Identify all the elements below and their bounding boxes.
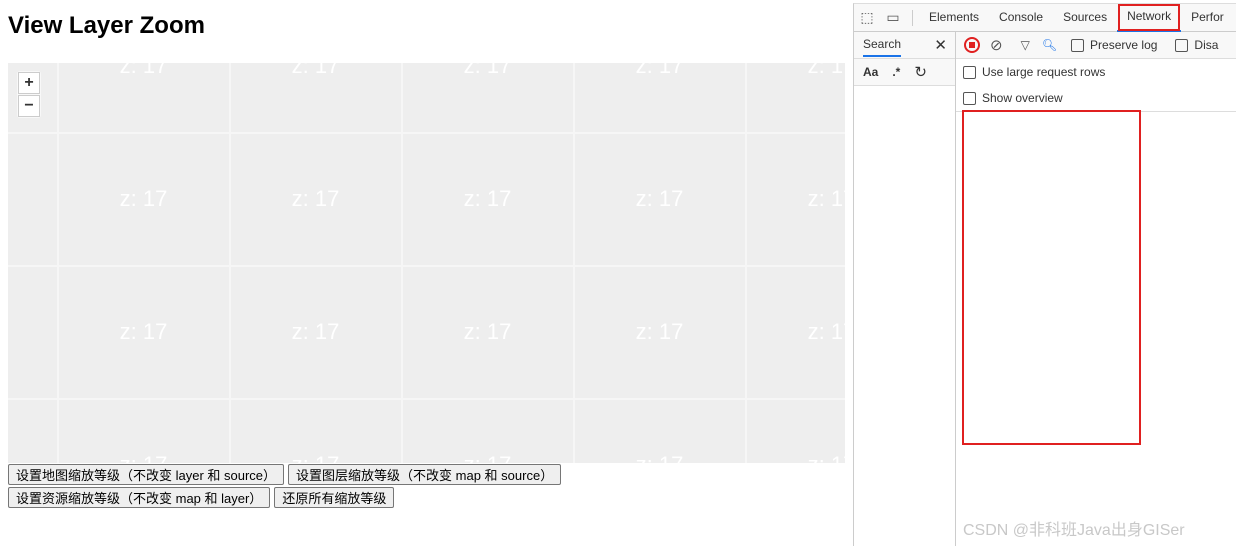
disable-cache-checkbox[interactable] — [1175, 38, 1189, 52]
tab-performance[interactable]: Perfor — [1181, 4, 1234, 31]
tab-elements[interactable]: Elements — [919, 4, 989, 31]
large-rows-checkbox[interactable] — [963, 65, 976, 79]
zoom-in-button[interactable]: + — [18, 72, 40, 94]
map-tile: z: 17 — [574, 266, 747, 400]
map-tile: z: 17 — [746, 266, 845, 400]
zoom-controls: + − — [17, 71, 41, 118]
refresh-icon[interactable]: ↻ — [914, 63, 927, 81]
highlight-box — [962, 110, 1141, 445]
map-tile: z: 17 — [58, 399, 231, 463]
large-rows-label: Use large request rows — [982, 65, 1106, 79]
reset-zoom-button[interactable]: 还原所有缩放等级 — [274, 487, 395, 508]
preserve-log-label: Preserve log — [1090, 38, 1158, 52]
map-tile: z: 17 — [230, 63, 403, 134]
map-tile: z: 17 — [746, 133, 845, 267]
search-pane: Search ✕ Aa .* ↻ — [854, 32, 956, 546]
set-map-zoom-button[interactable]: 设置地图缩放等级（不改变 layer 和 source） — [8, 464, 285, 485]
search-icon[interactable]: 🔍︎ — [1042, 38, 1057, 52]
map-tile: z: 17 — [574, 63, 747, 134]
page-title: View Layer Zoom — [8, 12, 205, 39]
record-icon[interactable] — [964, 37, 980, 53]
disable-cache-label: Disa — [1194, 38, 1219, 52]
map-tile: z: 17 — [8, 266, 59, 400]
map-tile: z: 17 — [574, 133, 747, 267]
zoom-out-button[interactable]: − — [18, 95, 40, 117]
preserve-log-checkbox[interactable] — [1071, 38, 1085, 52]
regex-toggle[interactable]: .* — [892, 65, 900, 79]
divider — [912, 9, 913, 26]
close-icon[interactable]: ✕ — [934, 36, 947, 54]
map-tile: z: 17 — [58, 266, 231, 400]
devtools-tabbar: ⬚ ▭ Elements Console Sources Network Per… — [854, 4, 1236, 32]
show-overview-checkbox[interactable] — [963, 91, 976, 105]
map[interactable]: z: 17z: 17z: 17z: 17z: 17z: 17z: 17z: 17… — [8, 63, 845, 463]
tab-console[interactable]: Console — [989, 4, 1053, 31]
map-tile: z: 17 — [8, 399, 59, 463]
show-overview-label: Show overview — [982, 91, 1063, 105]
map-tile: z: 17 — [402, 63, 575, 134]
map-tile: z: 17 — [230, 133, 403, 267]
map-tile: z: 17 — [402, 399, 575, 463]
inspect-element-icon[interactable]: ⬚ — [854, 9, 880, 26]
clear-icon[interactable]: ⊘ — [990, 36, 1003, 54]
map-tile: z: 17 — [58, 133, 231, 267]
search-tab[interactable]: Search — [863, 33, 902, 57]
filter-icon[interactable]: ▽ — [1021, 38, 1030, 52]
match-case-toggle[interactable]: Aa — [863, 65, 878, 79]
map-tile: z: 17 — [58, 63, 231, 134]
map-tile: z: 17 — [230, 266, 403, 400]
set-layer-zoom-button[interactable]: 设置图层缩放等级（不改变 map 和 source） — [288, 464, 562, 485]
watermark: CSDN @非科班Java出身GISer — [963, 522, 1185, 539]
map-tile: z: 17 — [230, 399, 403, 463]
map-tile: z: 17 — [402, 266, 575, 400]
map-tile: z: 17 — [8, 133, 59, 267]
set-source-zoom-button[interactable]: 设置资源缩放等级（不改变 map 和 layer） — [8, 487, 271, 508]
tab-network[interactable]: Network — [1117, 3, 1182, 32]
tab-sources[interactable]: Sources — [1053, 4, 1117, 31]
map-tile: z: 17 — [402, 133, 575, 267]
map-tile: z: 17 — [746, 399, 845, 463]
map-tile: z: 17 — [746, 63, 845, 134]
device-toolbar-icon[interactable]: ▭ — [880, 9, 906, 26]
map-tile: z: 17 — [574, 399, 747, 463]
